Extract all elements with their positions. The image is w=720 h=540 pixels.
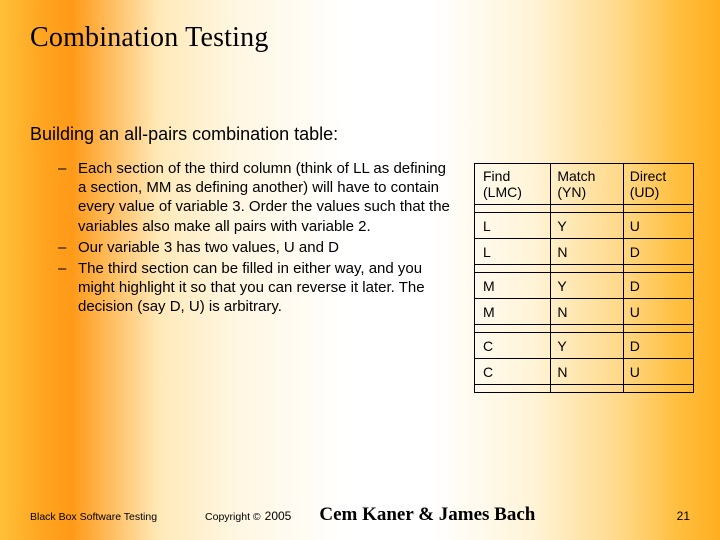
table-cell: N [551,239,623,265]
table-cell: L [475,213,551,239]
table-spacer [475,385,694,393]
slide: Combination Testing Building an all-pair… [0,0,720,540]
footer-copyright: Copyright © [205,511,261,523]
footer-left: Black Box Software Testing [30,511,157,523]
table-row: L Y U [475,213,694,239]
table-cell: D [623,273,693,299]
table-cell: N [551,359,623,385]
subtitle: Building an all-pairs combination table: [30,124,690,145]
table-row: M N U [475,299,694,325]
table-row: M Y D [475,273,694,299]
footer-page-number: 21 [677,509,690,523]
table-cell: C [475,333,551,359]
table-cell: Y [551,213,623,239]
bullet-item: The third section can be filled in eithe… [58,259,452,317]
table-header-cell: Direct(UD) [623,164,693,205]
table-cell: L [475,239,551,265]
table-header-row: Find(LMC) Match(YN) Direct(UD) [475,164,694,205]
table-cell: U [623,359,693,385]
footer-year: 2005 [265,509,292,523]
bullet-list: Each section of the third column (think … [30,159,452,393]
table-cell: D [623,239,693,265]
table-cell: M [475,299,551,325]
table-cell: Y [551,333,623,359]
bullet-item: Our variable 3 has two values, U and D [58,238,452,257]
content-row: Each section of the third column (think … [30,159,690,393]
footer-authors: Cem Kaner & James Bach [319,504,535,526]
table-cell: D [623,333,693,359]
table-spacer [475,205,694,213]
table-cell: C [475,359,551,385]
table-cell: U [623,213,693,239]
table-header-cell: Match(YN) [551,164,623,205]
table-cell: Y [551,273,623,299]
table-spacer [475,265,694,273]
table-cell: N [551,299,623,325]
table-cell: M [475,273,551,299]
table-row: C N U [475,359,694,385]
table-row: L N D [475,239,694,265]
footer: Black Box Software Testing Copyright © 2… [0,504,720,526]
combination-table: Find(LMC) Match(YN) Direct(UD) L Y U [474,159,694,393]
table-header-cell: Find(LMC) [475,164,551,205]
table-cell: U [623,299,693,325]
table-spacer [475,325,694,333]
page-title: Combination Testing [30,22,690,54]
table-row: C Y D [475,333,694,359]
bullet-item: Each section of the third column (think … [58,159,452,236]
